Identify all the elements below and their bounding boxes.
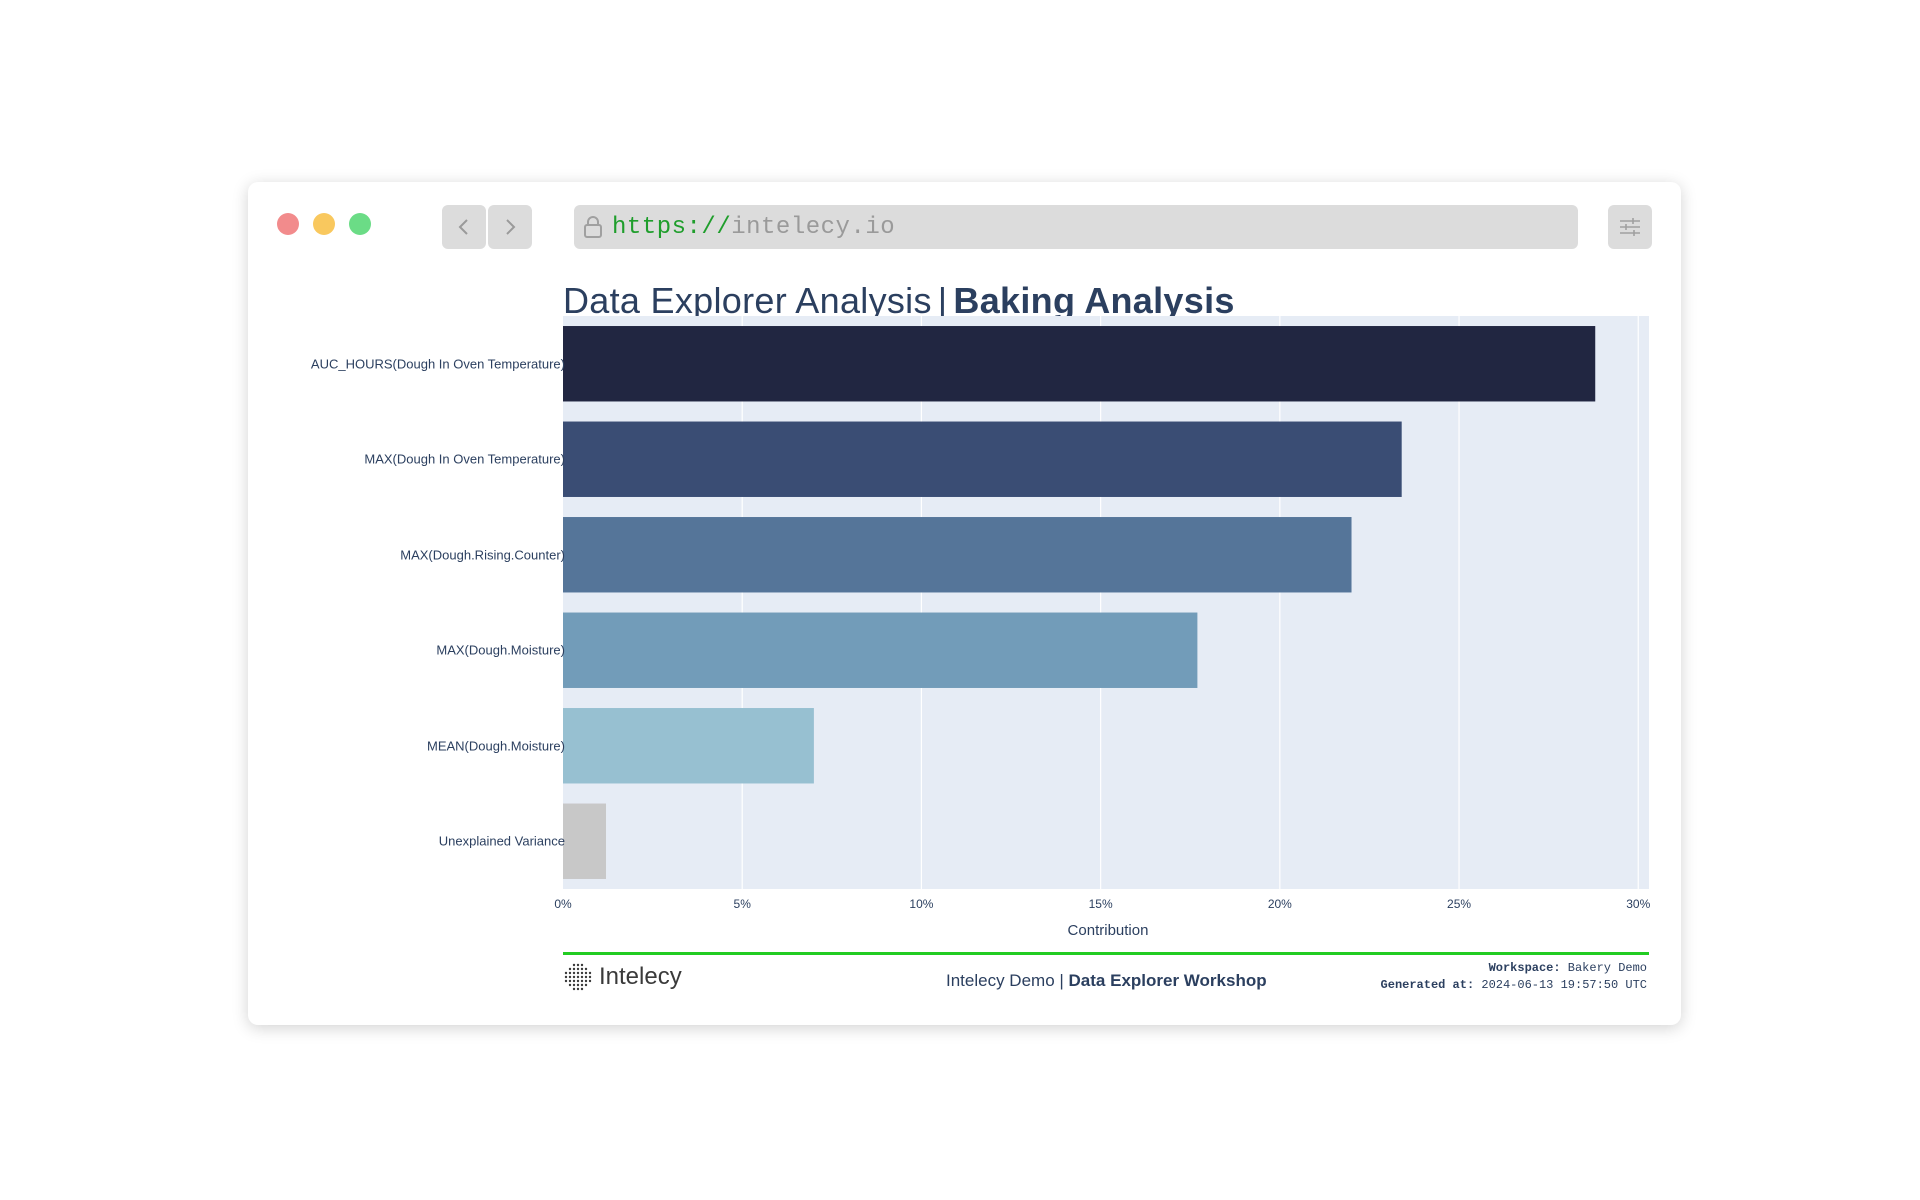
x-tick-label: 5% (733, 897, 751, 911)
logo-dot (572, 979, 576, 983)
generated-key: Generated at: (1380, 978, 1475, 992)
x-tick-label: 25% (1447, 897, 1472, 911)
bar[interactable] (563, 612, 1198, 688)
logo-dot (564, 971, 568, 975)
footer-title-bold: Data Explorer Workshop (1068, 971, 1267, 990)
logo-dot (576, 987, 580, 991)
logo-dot (576, 971, 580, 975)
logo-dot (584, 979, 588, 983)
logo-dot (580, 967, 584, 971)
logo-dot (572, 987, 576, 991)
y-tick-label: AUC_HOURS(Dough In Oven Temperature) (310, 356, 565, 372)
logo-dot (580, 963, 584, 967)
x-axis-label: Contribution (1067, 922, 1149, 939)
y-tick-label: MAX(Dough.Moisture) (436, 642, 565, 658)
browser-window: https://intelecy.io Data Explorer Analys… (248, 182, 1681, 1025)
logo-dot (568, 983, 572, 987)
y-tick-label: MAX(Dough.Rising.Counter) (400, 547, 565, 563)
workspace-key: Workspace: (1488, 961, 1561, 975)
logo-dot (588, 979, 592, 983)
x-tick-label: 0% (554, 897, 572, 911)
logo-dot (584, 971, 588, 975)
logo-dot (576, 963, 580, 967)
generated-line: Generated at: 2024-06-13 19:57:50 UTC (1381, 977, 1647, 994)
workspace-line: Workspace: Bakery Demo (1381, 960, 1647, 977)
footer-title-light: Intelecy Demo | (946, 971, 1069, 990)
logo-dot (576, 975, 580, 979)
logo-dot (572, 975, 576, 979)
y-tick-label: MEAN(Dough.Moisture) (427, 738, 565, 754)
logo-dot (588, 975, 592, 979)
logo-dot (572, 971, 576, 975)
contribution-bar-chart: Contribution 0% 5% 10% 15% 20% 25% 30% AUC_HOUR… (248, 182, 1681, 1025)
x-tick-label: 30% (1626, 897, 1651, 911)
intelecy-dots-icon (564, 963, 592, 991)
logo-dot (576, 967, 580, 971)
logo-dot (580, 983, 584, 987)
logo-dot (564, 975, 568, 979)
generated-value: 2024-06-13 19:57:50 UTC (1474, 978, 1647, 992)
y-tick-label: MAX(Dough In Oven Temperature) (364, 451, 565, 467)
bar[interactable] (563, 517, 1352, 593)
logo-dot (588, 971, 592, 975)
logo-dot (576, 983, 580, 987)
bar[interactable] (563, 803, 607, 879)
y-tick-label: Unexplained Variance (438, 833, 565, 849)
logo-dot (568, 975, 572, 979)
x-tick-label: 20% (1267, 897, 1292, 911)
logo-dot (580, 979, 584, 983)
x-tick-label: 10% (909, 897, 934, 911)
logo-dot (576, 979, 580, 983)
logo-dot (572, 963, 576, 967)
logo-dot (564, 979, 568, 983)
footer-divider (563, 952, 1649, 955)
logo-dot (572, 983, 576, 987)
plot-background (563, 316, 1649, 889)
bar[interactable] (563, 326, 1596, 402)
logo-text: Intelecy (599, 963, 682, 990)
logo-dot (568, 979, 572, 983)
footer-meta: Workspace: Bakery Demo Generated at: 202… (1381, 960, 1647, 994)
bar[interactable] (563, 708, 814, 784)
workspace-value: Bakery Demo (1560, 961, 1647, 975)
x-tick-label: 15% (1088, 897, 1113, 911)
logo-dot (584, 983, 588, 987)
logo-dot (584, 967, 588, 971)
footer-title: Intelecy Demo | Data Explorer Workshop (946, 971, 1267, 991)
logo-dot (572, 967, 576, 971)
logo-dot (568, 967, 572, 971)
logo-dot (584, 975, 588, 979)
logo-dot (580, 987, 584, 991)
bar[interactable] (563, 421, 1402, 497)
logo-dot (580, 975, 584, 979)
logo-dot (580, 971, 584, 975)
logo-dot (568, 971, 572, 975)
intelecy-logo: Intelecy (563, 962, 682, 992)
